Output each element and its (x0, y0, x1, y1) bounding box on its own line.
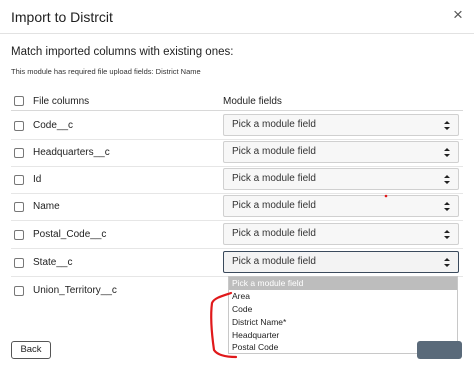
red-dot-annotation (384, 194, 388, 198)
red-annotation-marks (210, 194, 388, 359)
red-bracket-annotation (210, 291, 238, 359)
